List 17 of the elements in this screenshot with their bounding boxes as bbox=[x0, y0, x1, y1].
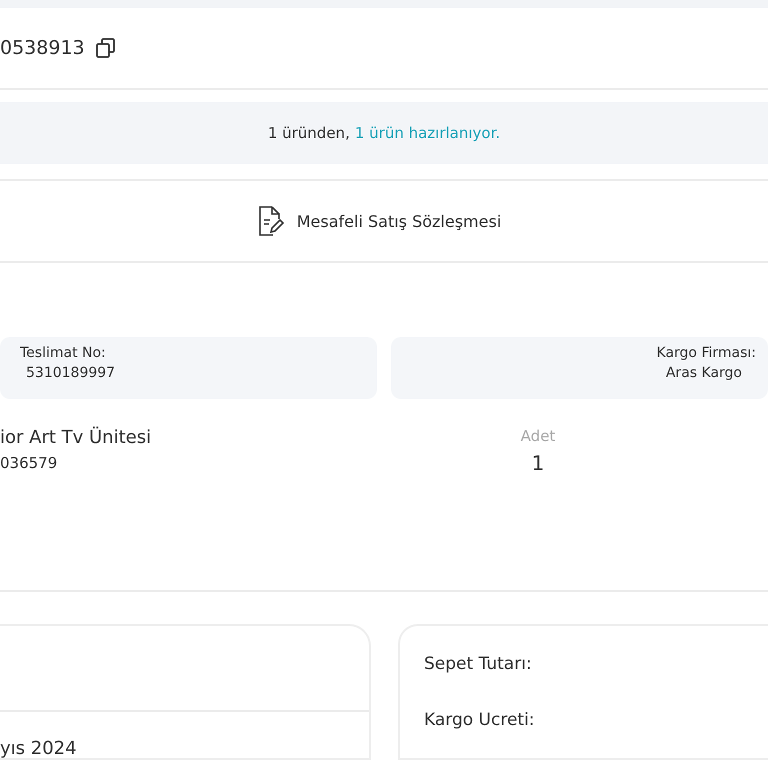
product-name: ior Art Tv Ünitesi bbox=[0, 427, 152, 448]
info-value: 5310189997 bbox=[26, 365, 116, 381]
document-edit-icon bbox=[256, 205, 285, 237]
summary-label: Sepet Tutarı: bbox=[424, 654, 533, 674]
info-label: Kargo Firması: bbox=[656, 345, 756, 361]
copy-icon[interactable] bbox=[94, 37, 117, 59]
info-value: Aras Kargo bbox=[666, 365, 742, 381]
order-number: 0538913 bbox=[0, 37, 85, 59]
quantity-label: Adet bbox=[520, 427, 556, 445]
product-code: 036579 bbox=[0, 454, 58, 472]
quantity-value: 1 bbox=[530, 451, 546, 475]
contract-link[interactable]: Mesafeli Satış Sözleşmesi bbox=[256, 205, 502, 237]
status-text: 1 ürün hazırlanıyor. bbox=[354, 124, 500, 142]
info-label: Teslimat No: bbox=[20, 345, 106, 361]
order-date: yıs 2024 bbox=[0, 738, 78, 759]
notice-text: 1 üründen, bbox=[268, 124, 350, 142]
summary-label: Kargo Ucreti: bbox=[424, 710, 536, 730]
